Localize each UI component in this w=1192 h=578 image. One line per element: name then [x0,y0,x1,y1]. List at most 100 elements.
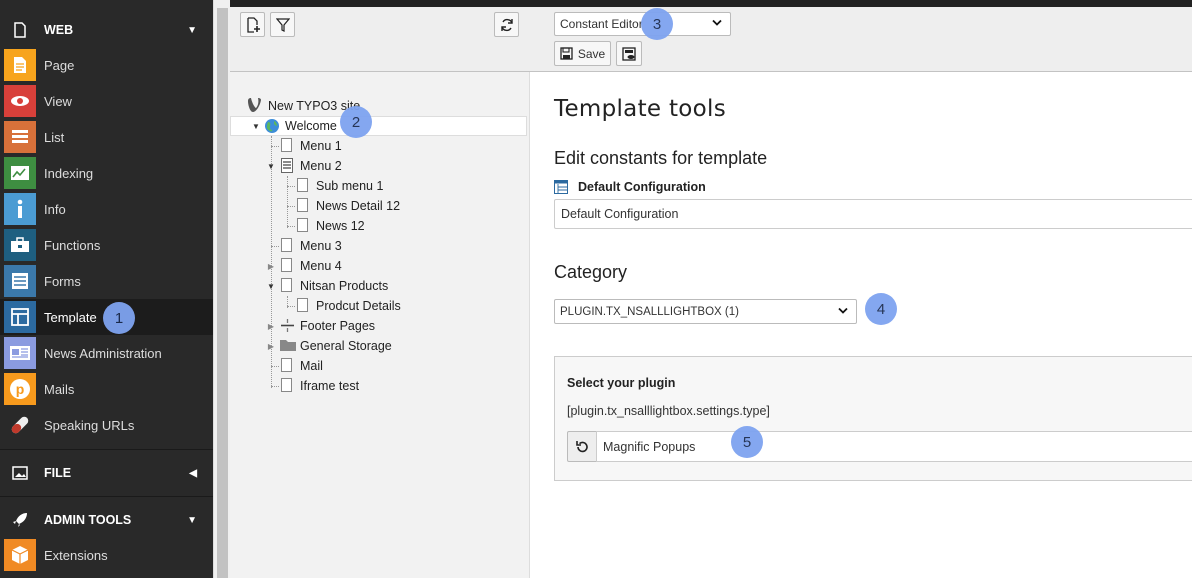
tree-toggle-open-icon[interactable]: ▼ [251,122,261,131]
tree-node-iframe-test[interactable]: Iframe test [230,376,527,396]
topbar-strip [230,0,1192,7]
tree-node-label: Prodcut Details [316,299,401,313]
page-icon [297,298,311,314]
category-heading: Category [554,262,628,282]
page-icon [281,258,295,274]
step-badge-1: 1 [103,302,135,334]
filter-icon [275,17,290,32]
tree-node-nitsan-products[interactable]: ▼ Nitsan Products [230,276,527,296]
step-badge-3: 3 [641,8,673,40]
tree-node-label: News Detail 12 [316,199,401,213]
menu-item-label: Functions [44,237,101,253]
tree-node-prodcut-details[interactable]: Prodcut Details [230,296,527,316]
tree-node-label: Menu 4 [300,259,342,273]
menu-item-view[interactable]: View [0,83,213,119]
menu-item-label: Info [44,201,66,217]
category-select[interactable]: PLUGIN.TX_NSALLLIGHTBOX (1) [554,299,857,324]
tree-node-menu-2[interactable]: ▼ Menu 2 [230,156,527,176]
svg-text:p: p [16,381,25,397]
tree-node-sub-menu-1[interactable]: Sub menu 1 [230,176,527,196]
typo3-icon [247,97,261,113]
tree-node-mail[interactable]: Mail [230,356,527,376]
template-icon [4,301,36,333]
menu-group-label: ADMIN TOOLS [44,513,132,527]
globe-icon [264,118,279,134]
constant-value-input[interactable]: Magnific Popups [596,431,1192,462]
page-icon [281,138,295,154]
step-badge-4: 4 [865,293,897,325]
filter-button[interactable] [270,12,295,37]
tree-node-news-12[interactable]: News 12 [230,216,527,236]
briefcase-icon [4,229,36,261]
menu-item-extensions[interactable]: Extensions [0,537,213,573]
tree-node-general-storage[interactable]: ▶ General Storage [230,336,527,356]
tree-node-label: Nitsan Products [300,279,389,293]
tree-toggle-closed-icon[interactable]: ▶ [266,342,276,351]
menu-item-news-administration[interactable]: News Administration [0,335,213,371]
page-icon [281,378,295,394]
chevron-down-icon [838,306,848,317]
menu-group-web[interactable]: WEB ▼ [0,12,213,48]
tree-toggle-open-icon[interactable]: ▼ [266,282,276,291]
tree-toggle-closed-icon[interactable]: ▶ [266,322,276,331]
menu-separator [0,496,213,497]
menu-item-mails[interactable]: p Mails [0,371,213,407]
tree-node-footer-pages[interactable]: ▶ Footer Pages [230,316,527,336]
tree-node-menu-4[interactable]: ▶ Menu 4 [230,256,527,276]
new-page-button[interactable] [240,12,265,37]
save-and-view-button[interactable] [616,41,642,66]
save-button[interactable]: Save [554,41,611,66]
page-icon [281,358,295,374]
page-icon [297,198,311,214]
menu-item-label: Mails [44,381,75,397]
tree-node-welcome[interactable]: ▼ Welcome [230,116,527,136]
module-content: Template tools Edit constants for templa… [530,72,1192,578]
tree-node-menu-3[interactable]: Menu 3 [230,236,527,256]
template-record-title: Default Configuration [578,180,706,194]
menu-item-functions[interactable]: Functions [0,227,213,263]
menu-item-forms[interactable]: Forms [0,263,213,299]
chevron-down-icon [712,19,722,30]
menu-item-list[interactable]: List [0,119,213,155]
tree-node-news-detail-12[interactable]: News Detail 12 [230,196,527,216]
menu-item-indexing[interactable]: Indexing [0,155,213,191]
chevron-down-icon: ▼ [187,515,197,526]
menu-item-label: Speaking URLs [44,417,135,433]
menu-group-label: WEB [44,23,74,37]
tree-node-label: Menu 2 [300,159,342,173]
menu-item-page[interactable]: Page [0,47,213,83]
page-icon [297,218,311,234]
menu-item-speaking-urls[interactable]: Speaking URLs [0,407,213,443]
menu-group-admin-tools[interactable]: ADMIN TOOLS ▼ [0,502,213,538]
tree-node-menu-1[interactable]: Menu 1 [230,136,527,156]
page-icon [281,278,295,294]
forms-icon [4,265,36,297]
function-select-value: Constant Editor [560,17,643,31]
tree-node-label: Mail [300,359,323,373]
refresh-button[interactable] [494,12,519,37]
scrollbar-thumb[interactable] [217,8,228,578]
menu-item-info[interactable]: Info [0,191,213,227]
template-select-field[interactable]: Default Configuration [554,199,1192,229]
chevron-down-icon: ▼ [187,25,197,36]
menu-scrollbar[interactable] [213,0,230,578]
undo-icon [576,440,588,452]
mails-icon: p [4,373,36,405]
menu-group-label: FILE [44,466,72,480]
tree-node-label: Menu 3 [300,239,342,253]
menu-item-label: View [44,93,72,109]
pill-icon [4,409,36,441]
tree-toggle-closed-icon[interactable]: ▶ [266,262,276,271]
step-badge-2: 2 [340,106,372,138]
section-heading: Edit constants for template [554,148,768,168]
menu-group-file[interactable]: FILE ◀ [0,455,213,491]
template-select-value: Default Configuration [561,207,679,221]
step-badge-5: 5 [731,426,763,458]
reset-constant-button[interactable] [567,431,597,462]
save-button-label: Save [577,46,606,61]
tree-root[interactable]: New TYPO3 site [230,96,527,116]
menu-separator [0,449,213,450]
save-icon [560,47,573,60]
page-icon [297,178,311,194]
tree-toggle-open-icon[interactable]: ▼ [266,162,276,171]
